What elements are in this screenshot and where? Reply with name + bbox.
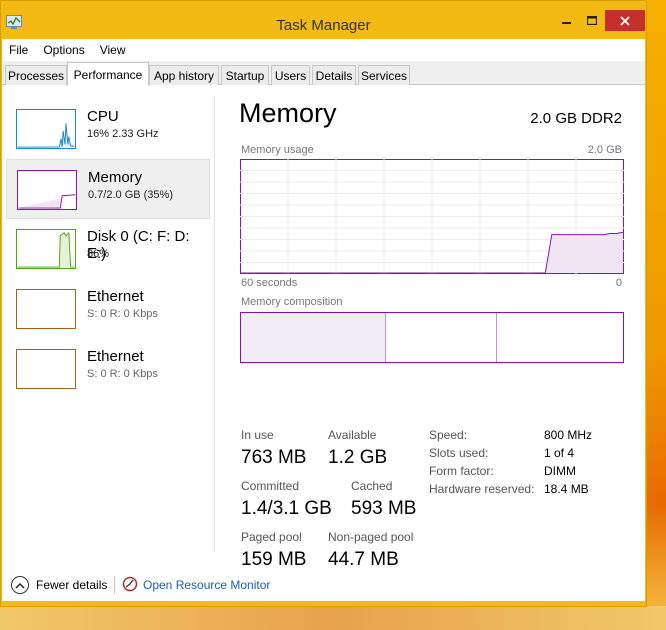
paged-pool-value: 159 MB bbox=[241, 549, 307, 570]
hardware-reserved-label: Hardware reserved: bbox=[429, 482, 535, 496]
close-icon bbox=[620, 15, 630, 26]
tab-processes[interactable]: Processes bbox=[5, 65, 67, 85]
sidebar-item-ethernet-1[interactable]: Ethernet S: 0 R: 0 Kbps bbox=[6, 279, 210, 339]
form-factor-label: Form factor: bbox=[429, 464, 494, 478]
tab-app-history[interactable]: App history bbox=[149, 65, 219, 85]
panel-divider[interactable] bbox=[214, 96, 215, 552]
cached-label: Cached bbox=[351, 479, 393, 493]
memory-usage-graph bbox=[240, 159, 624, 274]
page-title: Memory bbox=[239, 98, 337, 128]
sidebar-ethernet-2-sub: S: 0 R: 0 Kbps bbox=[87, 368, 158, 380]
memory-composition-label: Memory composition bbox=[241, 296, 343, 308]
performance-content: CPU 16% 2.33 GHz Memory 0.7/2.0 GB (35%) bbox=[2, 86, 645, 571]
tab-strip: Processes Performance App history Startu… bbox=[2, 61, 645, 86]
memory-spec: 2.0 GB DDR2 bbox=[530, 110, 622, 127]
window-title: Task Manager bbox=[276, 17, 371, 34]
ethernet-2-thumbnail-graph bbox=[16, 349, 76, 389]
sidebar-item-ethernet-2[interactable]: Ethernet S: 0 R: 0 Kbps bbox=[6, 339, 210, 399]
slots-used-label: Slots used: bbox=[429, 446, 489, 460]
maximize-icon bbox=[587, 16, 597, 25]
chevron-up-icon bbox=[15, 582, 25, 589]
committed-value: 1.4/3.1 GB bbox=[241, 498, 332, 519]
desktop-background-bottom bbox=[0, 606, 666, 630]
footer-bar: Fewer details Open Resource Monitor bbox=[2, 571, 645, 601]
sidebar-cpu-title: CPU bbox=[87, 108, 119, 125]
slots-used-value: 1 of 4 bbox=[544, 446, 575, 460]
desktop-background bbox=[646, 0, 666, 630]
menu-file[interactable]: File bbox=[2, 43, 36, 57]
speed-value: 800 MHz bbox=[544, 428, 593, 442]
memory-composition-bar bbox=[240, 312, 624, 363]
tab-performance[interactable]: Performance bbox=[67, 62, 149, 86]
fewer-details-link[interactable]: Fewer details bbox=[36, 578, 107, 592]
hardware-reserved-value: 18.4 MB bbox=[544, 482, 589, 496]
committed-label: Committed bbox=[241, 479, 300, 493]
minimize-icon bbox=[561, 22, 571, 24]
in-use-value: 763 MB bbox=[241, 447, 307, 468]
fewer-details-button[interactable] bbox=[11, 576, 29, 594]
title-bar[interactable]: Task Manager bbox=[1, 1, 646, 39]
sidebar-ethernet-1-sub: S: 0 R: 0 Kbps bbox=[87, 308, 158, 320]
resource-monitor-icon[interactable] bbox=[122, 576, 138, 592]
menu-bar: File Options View bbox=[2, 39, 645, 61]
tab-startup[interactable]: Startup bbox=[221, 65, 269, 85]
task-manager-window: Task Manager File Options View Processes… bbox=[0, 0, 647, 607]
in-use-label: In use bbox=[241, 428, 274, 442]
tab-details[interactable]: Details bbox=[312, 65, 356, 85]
close-button[interactable] bbox=[605, 10, 645, 31]
cached-value: 593 MB bbox=[351, 498, 417, 519]
memory-detail-panel: Memory 2.0 GB DDR2 Memory usage 2.0 GB 6… bbox=[239, 86, 624, 571]
graph-axis-right: 0 bbox=[615, 277, 622, 289]
composition-segment bbox=[496, 313, 623, 362]
available-label: Available bbox=[328, 428, 377, 442]
memory-thumbnail-graph bbox=[17, 170, 77, 210]
menu-options[interactable]: Options bbox=[36, 43, 92, 57]
disk-thumbnail-graph bbox=[16, 229, 76, 269]
composition-segment bbox=[386, 313, 497, 362]
sidebar-disk-sub: 86% bbox=[87, 248, 110, 260]
maximize-button[interactable] bbox=[579, 10, 605, 31]
tab-services[interactable]: Services bbox=[358, 65, 410, 85]
sidebar-ethernet-1-title: Ethernet bbox=[87, 288, 144, 305]
sidebar-memory-title: Memory bbox=[88, 169, 143, 186]
sidebar-cpu-sub: 16% 2.33 GHz bbox=[87, 128, 159, 140]
graph-axis-left: 60 seconds bbox=[241, 277, 298, 289]
sidebar-item-disk[interactable]: Disk 0 (C: F: D: E:) 86% bbox=[6, 219, 210, 279]
menu-view[interactable]: View bbox=[93, 43, 134, 57]
footer-separator bbox=[114, 576, 115, 594]
cpu-thumbnail-graph bbox=[16, 109, 76, 149]
memory-usage-label: Memory usage bbox=[241, 144, 314, 156]
memory-usage-max: 2.0 GB bbox=[587, 144, 622, 156]
sidebar-memory-sub: 0.7/2.0 GB (35%) bbox=[88, 189, 173, 201]
non-paged-pool-value: 44.7 MB bbox=[328, 549, 399, 570]
available-value: 1.2 GB bbox=[328, 447, 388, 468]
open-resource-monitor-link[interactable]: Open Resource Monitor bbox=[143, 578, 270, 592]
sidebar-ethernet-2-title: Ethernet bbox=[87, 348, 144, 365]
form-factor-value: DIMM bbox=[544, 464, 576, 478]
tab-users[interactable]: Users bbox=[271, 65, 310, 85]
composition-segment bbox=[241, 313, 387, 362]
sidebar-item-cpu[interactable]: CPU 16% 2.33 GHz bbox=[6, 99, 210, 159]
window-client-area: File Options View Processes Performance … bbox=[2, 39, 645, 601]
speed-label: Speed: bbox=[429, 428, 468, 442]
sidebar-item-memory[interactable]: Memory 0.7/2.0 GB (35%) bbox=[6, 159, 210, 219]
paged-pool-label: Paged pool bbox=[241, 530, 302, 544]
minimize-button[interactable] bbox=[553, 10, 579, 31]
ethernet-1-thumbnail-graph bbox=[16, 289, 76, 329]
resource-sidebar: CPU 16% 2.33 GHz Memory 0.7/2.0 GB (35%) bbox=[2, 86, 214, 571]
non-paged-pool-label: Non-paged pool bbox=[328, 530, 414, 544]
